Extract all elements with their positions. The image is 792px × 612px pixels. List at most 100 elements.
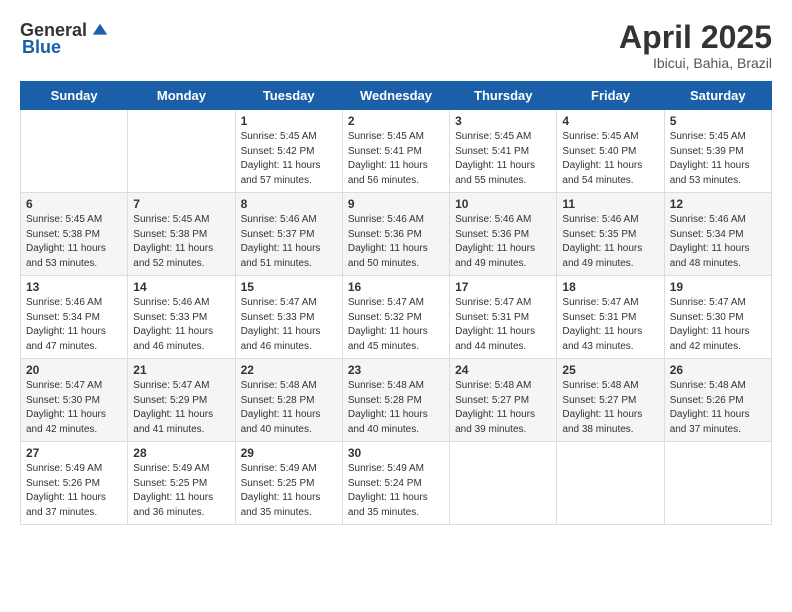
calendar-cell: 7 Sunrise: 5:45 AM Sunset: 5:38 PM Daylig…	[128, 193, 235, 276]
day-number: 24	[455, 363, 551, 377]
day-number: 9	[348, 197, 444, 211]
calendar-cell: 19 Sunrise: 5:47 AM Sunset: 5:30 PM Dayli…	[664, 276, 771, 359]
calendar-cell: 11Sunrise: 5:46 AM Sunset: 5:35 PM Dayli…	[557, 193, 664, 276]
day-info: Sunrise: 5:48 AM Sunset: 5:28 PM Dayligh…	[348, 379, 444, 437]
day-info: Sunrise: 5:49 AM Sunset: 5:24 PM Dayligh…	[348, 462, 444, 520]
day-info: Sunrise: 5:47 AM Sunset: 5:31 PM Dayligh…	[562, 296, 658, 354]
day-number: 29	[241, 446, 337, 460]
day-number: 25	[562, 363, 658, 377]
calendar-cell: 4 Sunrise: 5:45 AM Sunset: 5:40 PM Daylig…	[557, 110, 664, 193]
day-number: 28	[133, 446, 229, 460]
calendar-cell: 24 Sunrise: 5:48 AM Sunset: 5:27 PM Dayli…	[450, 359, 557, 442]
day-info: Sunrise: 5:45 AM Sunset: 5:41 PM Dayligh…	[455, 130, 551, 188]
logo-blue-text: Blue	[22, 37, 61, 58]
day-of-week-header: Sunday	[21, 82, 128, 110]
day-info: Sunrise: 5:49 AM Sunset: 5:25 PM Dayligh…	[241, 462, 337, 520]
day-info: Sunrise: 5:46 AM Sunset: 5:36 PM Dayligh…	[348, 213, 444, 271]
day-number: 23	[348, 363, 444, 377]
calendar-cell: 21 Sunrise: 5:47 AM Sunset: 5:29 PM Dayli…	[128, 359, 235, 442]
day-of-week-header: Thursday	[450, 82, 557, 110]
day-number: 15	[241, 280, 337, 294]
day-info: Sunrise: 5:46 AM Sunset: 5:37 PM Dayligh…	[241, 213, 337, 271]
day-number: 30	[348, 446, 444, 460]
day-of-week-header: Saturday	[664, 82, 771, 110]
calendar-cell	[21, 110, 128, 193]
calendar-week-row: 20 Sunrise: 5:47 AM Sunset: 5:30 PM Dayli…	[21, 359, 772, 442]
day-number: 10	[455, 197, 551, 211]
day-of-week-header: Tuesday	[235, 82, 342, 110]
day-number: 8	[241, 197, 337, 211]
day-info: Sunrise: 5:49 AM Sunset: 5:26 PM Dayligh…	[26, 462, 122, 520]
day-info: Sunrise: 5:48 AM Sunset: 5:27 PM Dayligh…	[562, 379, 658, 437]
day-info: Sunrise: 5:45 AM Sunset: 5:38 PM Dayligh…	[26, 213, 122, 271]
calendar-cell: 2 Sunrise: 5:45 AM Sunset: 5:41 PM Daylig…	[342, 110, 449, 193]
day-info: Sunrise: 5:46 AM Sunset: 5:34 PM Dayligh…	[26, 296, 122, 354]
day-number: 3	[455, 114, 551, 128]
day-number: 12	[670, 197, 766, 211]
calendar-cell: 20 Sunrise: 5:47 AM Sunset: 5:30 PM Dayli…	[21, 359, 128, 442]
day-number: 2	[348, 114, 444, 128]
day-number: 1	[241, 114, 337, 128]
day-number: 20	[26, 363, 122, 377]
calendar-cell: 9 Sunrise: 5:46 AM Sunset: 5:36 PM Daylig…	[342, 193, 449, 276]
calendar-week-row: 1 Sunrise: 5:45 AM Sunset: 5:42 PM Daylig…	[21, 110, 772, 193]
day-info: Sunrise: 5:46 AM Sunset: 5:34 PM Dayligh…	[670, 213, 766, 271]
day-number: 21	[133, 363, 229, 377]
calendar-header-row: SundayMondayTuesdayWednesdayThursdayFrid…	[21, 82, 772, 110]
day-number: 26	[670, 363, 766, 377]
logo-icon	[91, 22, 109, 40]
calendar-cell: 8 Sunrise: 5:46 AM Sunset: 5:37 PM Daylig…	[235, 193, 342, 276]
day-number: 7	[133, 197, 229, 211]
calendar-cell: 15 Sunrise: 5:47 AM Sunset: 5:33 PM Dayli…	[235, 276, 342, 359]
title-section: April 2025 Ibicui, Bahia, Brazil	[619, 20, 772, 71]
calendar-cell: 16Sunrise: 5:47 AM Sunset: 5:32 PM Dayli…	[342, 276, 449, 359]
day-of-week-header: Monday	[128, 82, 235, 110]
calendar-cell: 22 Sunrise: 5:48 AM Sunset: 5:28 PM Dayli…	[235, 359, 342, 442]
calendar-cell: 23 Sunrise: 5:48 AM Sunset: 5:28 PM Dayli…	[342, 359, 449, 442]
page-header: General Blue April 2025 Ibicui, Bahia, B…	[20, 20, 772, 71]
day-info: Sunrise: 5:47 AM Sunset: 5:30 PM Dayligh…	[26, 379, 122, 437]
day-info: Sunrise: 5:45 AM Sunset: 5:41 PM Dayligh…	[348, 130, 444, 188]
day-info: Sunrise: 5:47 AM Sunset: 5:33 PM Dayligh…	[241, 296, 337, 354]
day-info: Sunrise: 5:47 AM Sunset: 5:30 PM Dayligh…	[670, 296, 766, 354]
day-number: 27	[26, 446, 122, 460]
calendar-cell: 25 Sunrise: 5:48 AM Sunset: 5:27 PM Dayli…	[557, 359, 664, 442]
day-number: 18	[562, 280, 658, 294]
calendar-cell: 17 Sunrise: 5:47 AM Sunset: 5:31 PM Dayli…	[450, 276, 557, 359]
day-info: Sunrise: 5:47 AM Sunset: 5:31 PM Dayligh…	[455, 296, 551, 354]
day-info: Sunrise: 5:45 AM Sunset: 5:42 PM Dayligh…	[241, 130, 337, 188]
calendar-cell: 27 Sunrise: 5:49 AM Sunset: 5:26 PM Dayli…	[21, 442, 128, 525]
calendar-week-row: 27 Sunrise: 5:49 AM Sunset: 5:26 PM Dayli…	[21, 442, 772, 525]
day-number: 17	[455, 280, 551, 294]
day-of-week-header: Friday	[557, 82, 664, 110]
location: Ibicui, Bahia, Brazil	[619, 55, 772, 71]
logo: General Blue	[20, 20, 109, 58]
day-info: Sunrise: 5:47 AM Sunset: 5:32 PM Dayligh…	[348, 296, 444, 354]
day-number: 19	[670, 280, 766, 294]
calendar-week-row: 6Sunrise: 5:45 AM Sunset: 5:38 PM Daylig…	[21, 193, 772, 276]
calendar-cell: 3 Sunrise: 5:45 AM Sunset: 5:41 PM Daylig…	[450, 110, 557, 193]
day-info: Sunrise: 5:45 AM Sunset: 5:38 PM Dayligh…	[133, 213, 229, 271]
calendar-cell: 30 Sunrise: 5:49 AM Sunset: 5:24 PM Dayli…	[342, 442, 449, 525]
day-info: Sunrise: 5:48 AM Sunset: 5:28 PM Dayligh…	[241, 379, 337, 437]
day-info: Sunrise: 5:45 AM Sunset: 5:39 PM Dayligh…	[670, 130, 766, 188]
day-number: 4	[562, 114, 658, 128]
calendar-cell: 18 Sunrise: 5:47 AM Sunset: 5:31 PM Dayli…	[557, 276, 664, 359]
day-info: Sunrise: 5:48 AM Sunset: 5:27 PM Dayligh…	[455, 379, 551, 437]
calendar-cell: 10 Sunrise: 5:46 AM Sunset: 5:36 PM Dayli…	[450, 193, 557, 276]
day-number: 11	[562, 197, 658, 211]
calendar-week-row: 13 Sunrise: 5:46 AM Sunset: 5:34 PM Dayli…	[21, 276, 772, 359]
day-info: Sunrise: 5:45 AM Sunset: 5:40 PM Dayligh…	[562, 130, 658, 188]
month-title: April 2025	[619, 20, 772, 55]
day-number: 22	[241, 363, 337, 377]
calendar-cell	[128, 110, 235, 193]
day-number: 13	[26, 280, 122, 294]
day-info: Sunrise: 5:46 AM Sunset: 5:36 PM Dayligh…	[455, 213, 551, 271]
calendar-cell: 6Sunrise: 5:45 AM Sunset: 5:38 PM Daylig…	[21, 193, 128, 276]
calendar-cell: 28Sunrise: 5:49 AM Sunset: 5:25 PM Dayli…	[128, 442, 235, 525]
calendar-cell: 1 Sunrise: 5:45 AM Sunset: 5:42 PM Daylig…	[235, 110, 342, 193]
calendar-cell: 5Sunrise: 5:45 AM Sunset: 5:39 PM Daylig…	[664, 110, 771, 193]
day-info: Sunrise: 5:47 AM Sunset: 5:29 PM Dayligh…	[133, 379, 229, 437]
calendar-table: SundayMondayTuesdayWednesdayThursdayFrid…	[20, 81, 772, 525]
calendar-cell: 13 Sunrise: 5:46 AM Sunset: 5:34 PM Dayli…	[21, 276, 128, 359]
